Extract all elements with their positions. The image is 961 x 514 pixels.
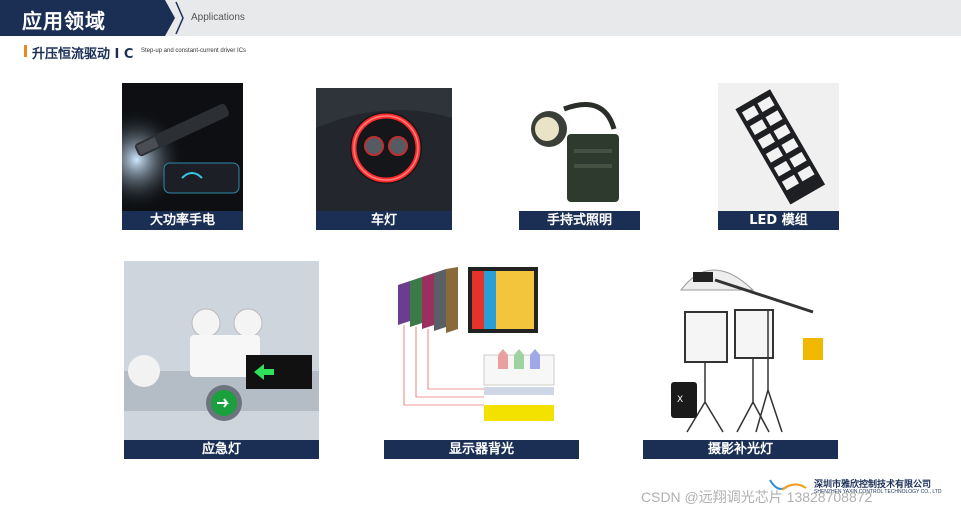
photo-fill-light-image: X xyxy=(643,250,838,440)
card-label: 应急灯 xyxy=(124,440,319,459)
display-backlight-image xyxy=(384,259,579,440)
chevron-divider-icon xyxy=(175,1,184,35)
emergency-light-image xyxy=(124,261,319,440)
card-label: 手持式照明 xyxy=(519,211,640,230)
card-label: 显示器背光 xyxy=(384,440,579,459)
card-label: 车灯 xyxy=(316,211,452,230)
card-flashlight: 大功率手电 xyxy=(122,83,243,230)
card-label: 大功率手电 xyxy=(122,211,243,230)
page-subtitle: Applications xyxy=(191,12,245,23)
card-handheld-light: 手持式照明 xyxy=(519,94,640,230)
car-headlight-image xyxy=(316,88,452,211)
card-label: 摄影补光灯 xyxy=(643,440,838,459)
flashlight-image xyxy=(122,83,243,211)
svg-text:X: X xyxy=(677,395,683,405)
handheld-lamp-image xyxy=(519,94,640,211)
page-title: 应用领域 xyxy=(22,9,106,33)
card-photo-light: X 摄影补光灯 xyxy=(643,250,838,459)
slide: { "header": { "title": "应用领域", "subtitle… xyxy=(0,0,961,514)
card-label: LED 模组 xyxy=(718,211,839,230)
section-marker xyxy=(24,45,27,57)
card-display-backlight: 显示器背光 xyxy=(384,259,579,459)
section-subtitle: Step-up and constant-current driver ICs xyxy=(141,48,247,54)
card-led-module: LED 模组 xyxy=(718,83,839,230)
led-module-image xyxy=(718,83,839,211)
section-title: 升压恒流驱动 I C xyxy=(32,47,134,62)
card-emergency-light: 应急灯 xyxy=(124,261,319,459)
card-car-light: 车灯 xyxy=(316,88,452,230)
watermark: CSDN @远翔调光芯片 13828708872 xyxy=(641,489,873,505)
